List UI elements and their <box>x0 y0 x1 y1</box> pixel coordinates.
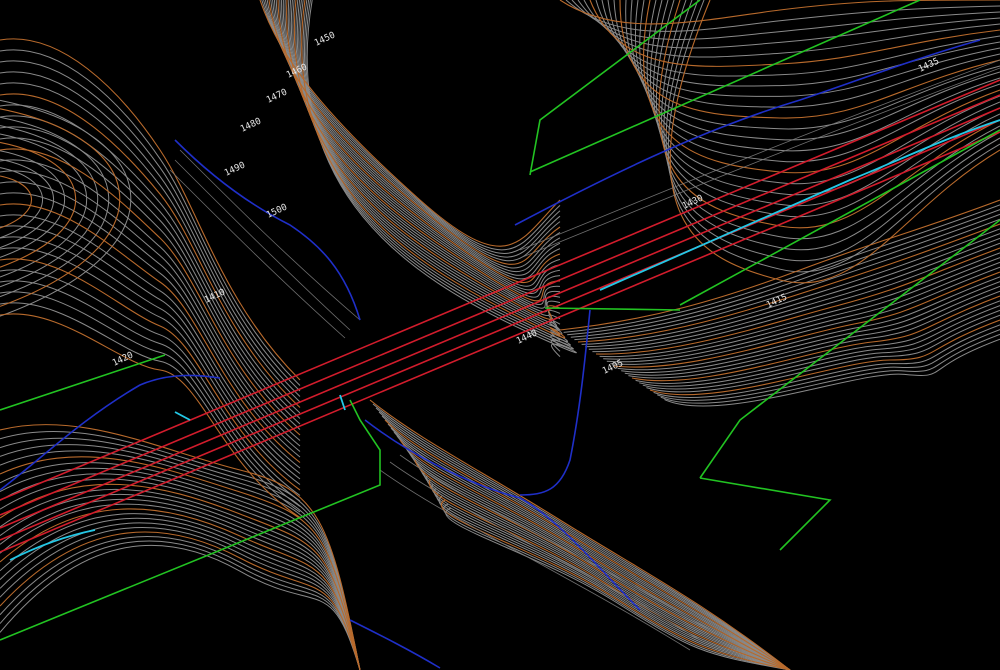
topographic-map: 1450146014701480149015001410142014301440… <box>0 0 1000 670</box>
